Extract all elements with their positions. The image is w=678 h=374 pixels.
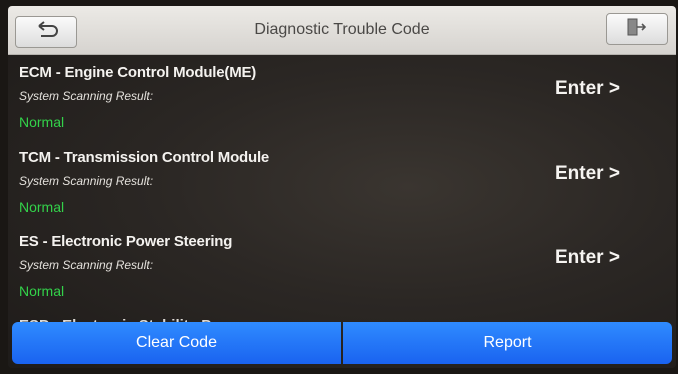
back-arrow-icon — [33, 20, 59, 45]
exit-button[interactable] — [606, 13, 668, 45]
status-text: Normal — [19, 114, 65, 130]
back-button[interactable] — [15, 16, 77, 48]
module-name: ECM - Engine Control Module(ME) — [19, 64, 257, 81]
device-screen: Diagnostic Trouble Code ECM - Engine Con… — [8, 6, 676, 368]
enter-button-es[interactable]: Enter > — [555, 247, 620, 269]
scan-result-label: System Scanning Result: — [19, 89, 154, 103]
exit-door-icon — [626, 17, 648, 42]
module-ecm: ECM - Engine Control Module(ME) System S… — [19, 64, 659, 144]
status-text: Normal — [19, 199, 65, 215]
enter-button-tcm[interactable]: Enter > — [555, 163, 620, 185]
module-name: TCM - Transmission Control Module — [19, 149, 270, 166]
module-tcm: TCM - Transmission Control Module System… — [19, 149, 659, 229]
scan-result-label: System Scanning Result: — [19, 258, 154, 272]
bottom-action-bar: Clear Code Report — [12, 322, 672, 364]
enter-button-ecm[interactable]: Enter > — [555, 78, 620, 100]
module-es: ES - Electronic Power Steering System Sc… — [19, 233, 659, 313]
title-bar: Diagnostic Trouble Code — [8, 6, 676, 55]
page-title: Diagnostic Trouble Code — [254, 21, 430, 38]
report-button[interactable]: Report — [343, 322, 672, 364]
status-text: Normal — [19, 283, 65, 299]
clear-code-button[interactable]: Clear Code — [12, 322, 341, 364]
scan-result-label: System Scanning Result: — [19, 174, 154, 188]
module-name: ES - Electronic Power Steering — [19, 233, 233, 250]
